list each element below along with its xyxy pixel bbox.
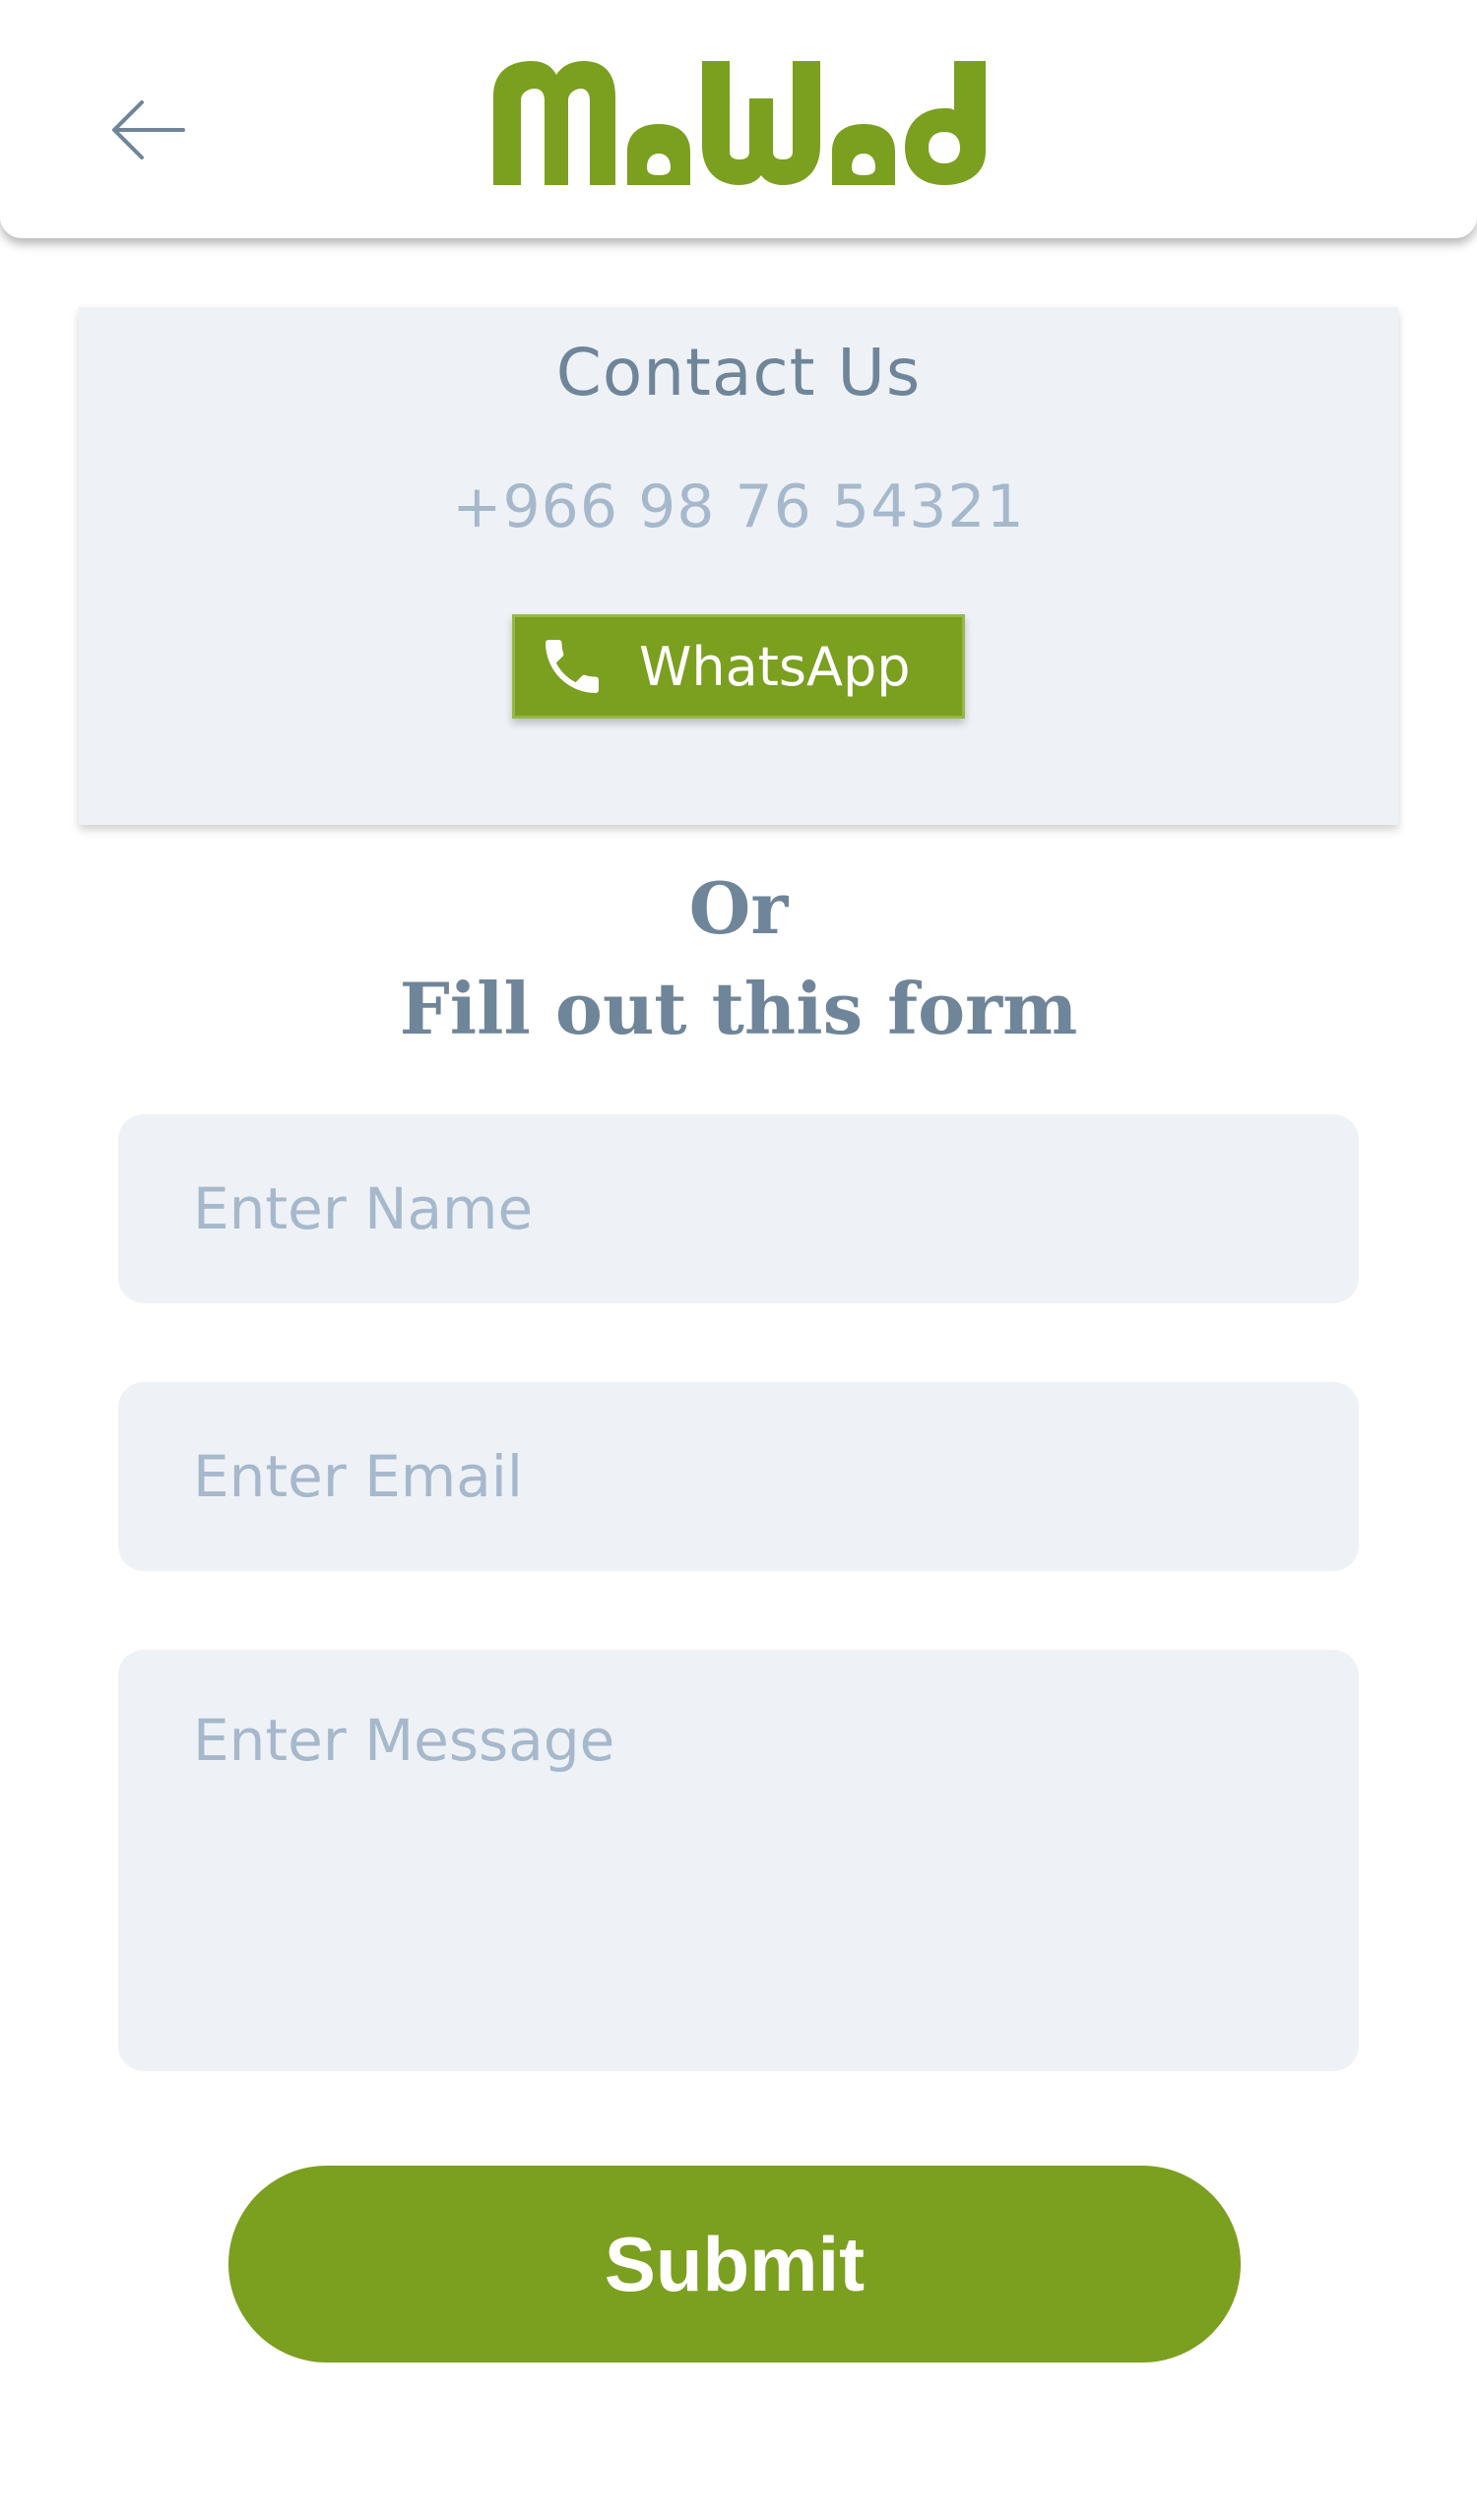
email-input[interactable] bbox=[118, 1382, 1359, 1571]
form-heading: Fill out this form bbox=[399, 967, 1078, 1050]
whatsapp-button[interactable]: WhatsApp bbox=[512, 614, 965, 719]
app-header bbox=[0, 0, 1477, 238]
contact-title: Contact Us bbox=[555, 335, 922, 410]
contact-phone-number[interactable]: +966 98 76 54321 bbox=[0, 472, 1477, 541]
submit-button[interactable]: Submit bbox=[228, 2166, 1241, 2362]
back-button[interactable] bbox=[98, 81, 197, 179]
contact-page: Contact Us +966 98 76 54321 WhatsApp Or … bbox=[0, 0, 1477, 2520]
name-input[interactable] bbox=[118, 1114, 1359, 1303]
phone-icon bbox=[533, 627, 611, 706]
message-input[interactable] bbox=[118, 1650, 1359, 2071]
arrow-left-icon bbox=[112, 100, 185, 159]
mawad-logo bbox=[493, 61, 986, 185]
or-divider-text: Or bbox=[688, 866, 789, 950]
whatsapp-label: WhatsApp bbox=[639, 635, 911, 698]
